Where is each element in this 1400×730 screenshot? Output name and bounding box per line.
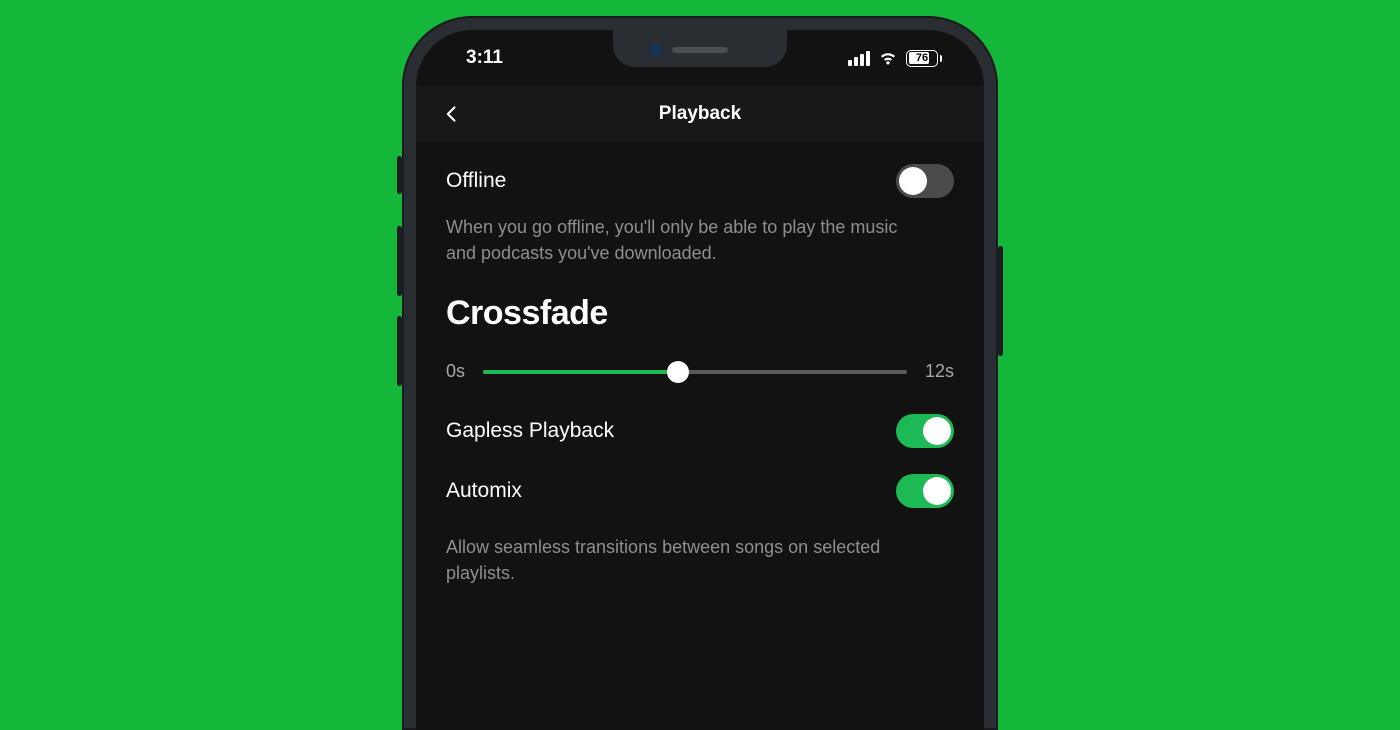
nav-bar: Playback (416, 86, 984, 142)
automix-toggle[interactable] (896, 474, 954, 508)
offline-description: When you go offline, you'll only be able… (446, 214, 926, 266)
automix-row: Automix (446, 474, 954, 508)
volume-up-button (397, 226, 402, 296)
back-button[interactable] (440, 102, 464, 126)
battery-indicator: 76 (906, 50, 942, 67)
automix-label: Automix (446, 479, 522, 503)
toggle-knob (923, 417, 951, 445)
status-time: 3:11 (466, 47, 503, 69)
power-button (998, 246, 1003, 356)
offline-toggle[interactable] (896, 164, 954, 198)
gapless-toggle[interactable] (896, 414, 954, 448)
toggle-knob (923, 477, 951, 505)
crossfade-min-label: 0s (446, 361, 465, 382)
speaker-grille (672, 47, 728, 53)
phone-frame: 3:11 76 (402, 16, 998, 730)
battery-percent: 76 (916, 52, 928, 64)
slider-fill (483, 370, 678, 374)
slider-thumb (667, 361, 689, 383)
offline-label: Offline (446, 169, 506, 193)
crossfade-max-label: 12s (925, 361, 954, 382)
gapless-label: Gapless Playback (446, 419, 614, 443)
automix-description: Allow seamless transitions between songs… (446, 534, 926, 586)
settings-content: Offline When you go offline, you'll only… (416, 142, 984, 586)
crossfade-slider[interactable] (483, 370, 907, 374)
gapless-row: Gapless Playback (446, 414, 954, 448)
crossfade-slider-row: 0s 12s (446, 361, 954, 382)
toggle-knob (899, 167, 927, 195)
volume-down-button (397, 316, 402, 386)
page-title: Playback (659, 103, 741, 125)
crossfade-section-title: Crossfade (446, 294, 954, 333)
chevron-left-icon (442, 104, 462, 124)
wifi-icon (878, 51, 898, 66)
status-indicators: 76 (848, 50, 942, 67)
notch (613, 30, 787, 67)
cellular-signal-icon (848, 51, 870, 66)
offline-row: Offline (446, 164, 954, 198)
front-camera (650, 44, 662, 56)
mute-switch (397, 156, 402, 194)
phone-screen: 3:11 76 (416, 30, 984, 730)
